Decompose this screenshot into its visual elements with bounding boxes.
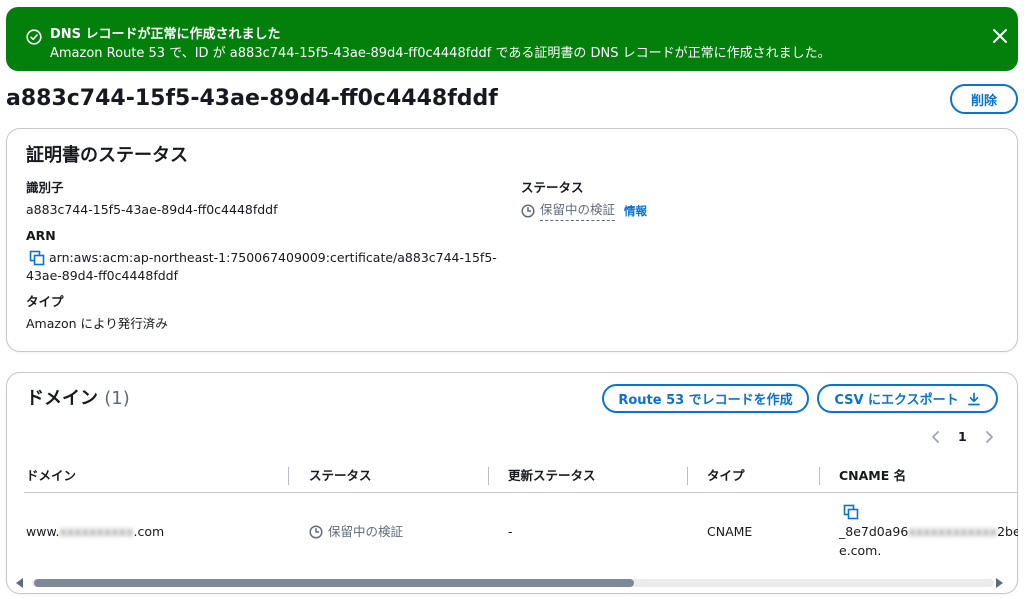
- scroll-right-icon[interactable]: [996, 578, 1003, 588]
- arn-label: ARN: [26, 228, 56, 243]
- renewal-status-cell: -: [508, 524, 513, 539]
- redacted-text: xxxxxxxxxxxx: [908, 524, 998, 539]
- scroll-left-icon[interactable]: [16, 578, 23, 588]
- status-text: 保留中の検証: [540, 201, 616, 221]
- type-value: Amazon により発行済み: [26, 316, 168, 331]
- type-cell: CNAME: [707, 524, 753, 539]
- domain-status-cell: 保留中の検証: [309, 523, 403, 541]
- column-header-domain[interactable]: ドメイン: [26, 466, 76, 486]
- column-header-type[interactable]: タイプ: [707, 466, 745, 486]
- flash-title: DNS レコードが正常に作成されました: [50, 27, 281, 42]
- cname-cell-line2: e.com.: [839, 543, 882, 558]
- domains-count: (1): [104, 388, 130, 409]
- domain-cell: www.xxxxxxxxxx.com: [26, 524, 165, 539]
- clock-icon: [521, 204, 535, 218]
- export-csv-button[interactable]: CSV にエクスポート: [817, 384, 998, 413]
- download-icon: [967, 392, 980, 405]
- column-resizer[interactable]: [288, 467, 289, 485]
- certificate-status-heading: 証明書のステータス: [26, 145, 188, 166]
- scrollbar-thumb[interactable]: [34, 579, 634, 587]
- success-check-icon: [26, 29, 42, 45]
- chevron-right-icon[interactable]: [983, 430, 995, 444]
- domains-heading: ドメイン (1): [26, 388, 130, 409]
- success-flash-banner: DNS レコードが正常に作成されました Amazon Route 53 で、ID…: [6, 7, 1018, 71]
- page-number[interactable]: 1: [958, 427, 967, 447]
- status-label: ステータス: [521, 180, 584, 195]
- redacted-text: xxxxxxxxxx: [59, 524, 134, 539]
- column-header-cname-name[interactable]: CNAME 名: [839, 466, 906, 486]
- column-header-status[interactable]: ステータス: [309, 466, 372, 486]
- arn-value-line2: 43ae-89d4-ff0c4448fddf: [26, 268, 178, 283]
- arn-value-line1: arn:aws:acm:ap-northeast-1:750067409009:…: [49, 250, 497, 265]
- column-resizer[interactable]: [488, 467, 489, 485]
- page-title: a883c744-15f5-43ae-89d4-ff0c4448fddf: [6, 86, 498, 111]
- table-divider: [24, 492, 1018, 493]
- identifier-value: a883c744-15f5-43ae-89d4-ff0c4448fddf: [26, 202, 278, 217]
- column-resizer[interactable]: [687, 467, 688, 485]
- chevron-left-icon[interactable]: [930, 430, 942, 444]
- copy-icon[interactable]: [843, 504, 859, 520]
- flash-message: Amazon Route 53 で、ID が a883c744-15f5-43a…: [50, 46, 831, 61]
- delete-button[interactable]: 削除: [950, 84, 1018, 114]
- close-icon[interactable]: [990, 26, 1010, 46]
- create-route53-record-button[interactable]: Route 53 でレコードを作成: [602, 384, 809, 413]
- type-label: タイプ: [26, 294, 64, 309]
- identifier-label: 識別子: [26, 180, 64, 195]
- certificate-status[interactable]: 保留中の検証 情報: [521, 201, 647, 221]
- info-link[interactable]: 情報: [624, 202, 647, 220]
- clock-icon: [309, 525, 323, 539]
- horizontal-scrollbar[interactable]: [6, 574, 1018, 592]
- column-resizer[interactable]: [819, 467, 820, 485]
- column-header-renewal-status[interactable]: 更新ステータス: [508, 466, 596, 486]
- cname-cell: _8e7d0a96xxxxxxxxxxxx2be53: [839, 524, 1018, 539]
- copy-icon[interactable]: [29, 250, 45, 266]
- certificate-status-panel: 証明書のステータス 識別子 a883c744-15f5-43ae-89d4-ff…: [6, 128, 1018, 352]
